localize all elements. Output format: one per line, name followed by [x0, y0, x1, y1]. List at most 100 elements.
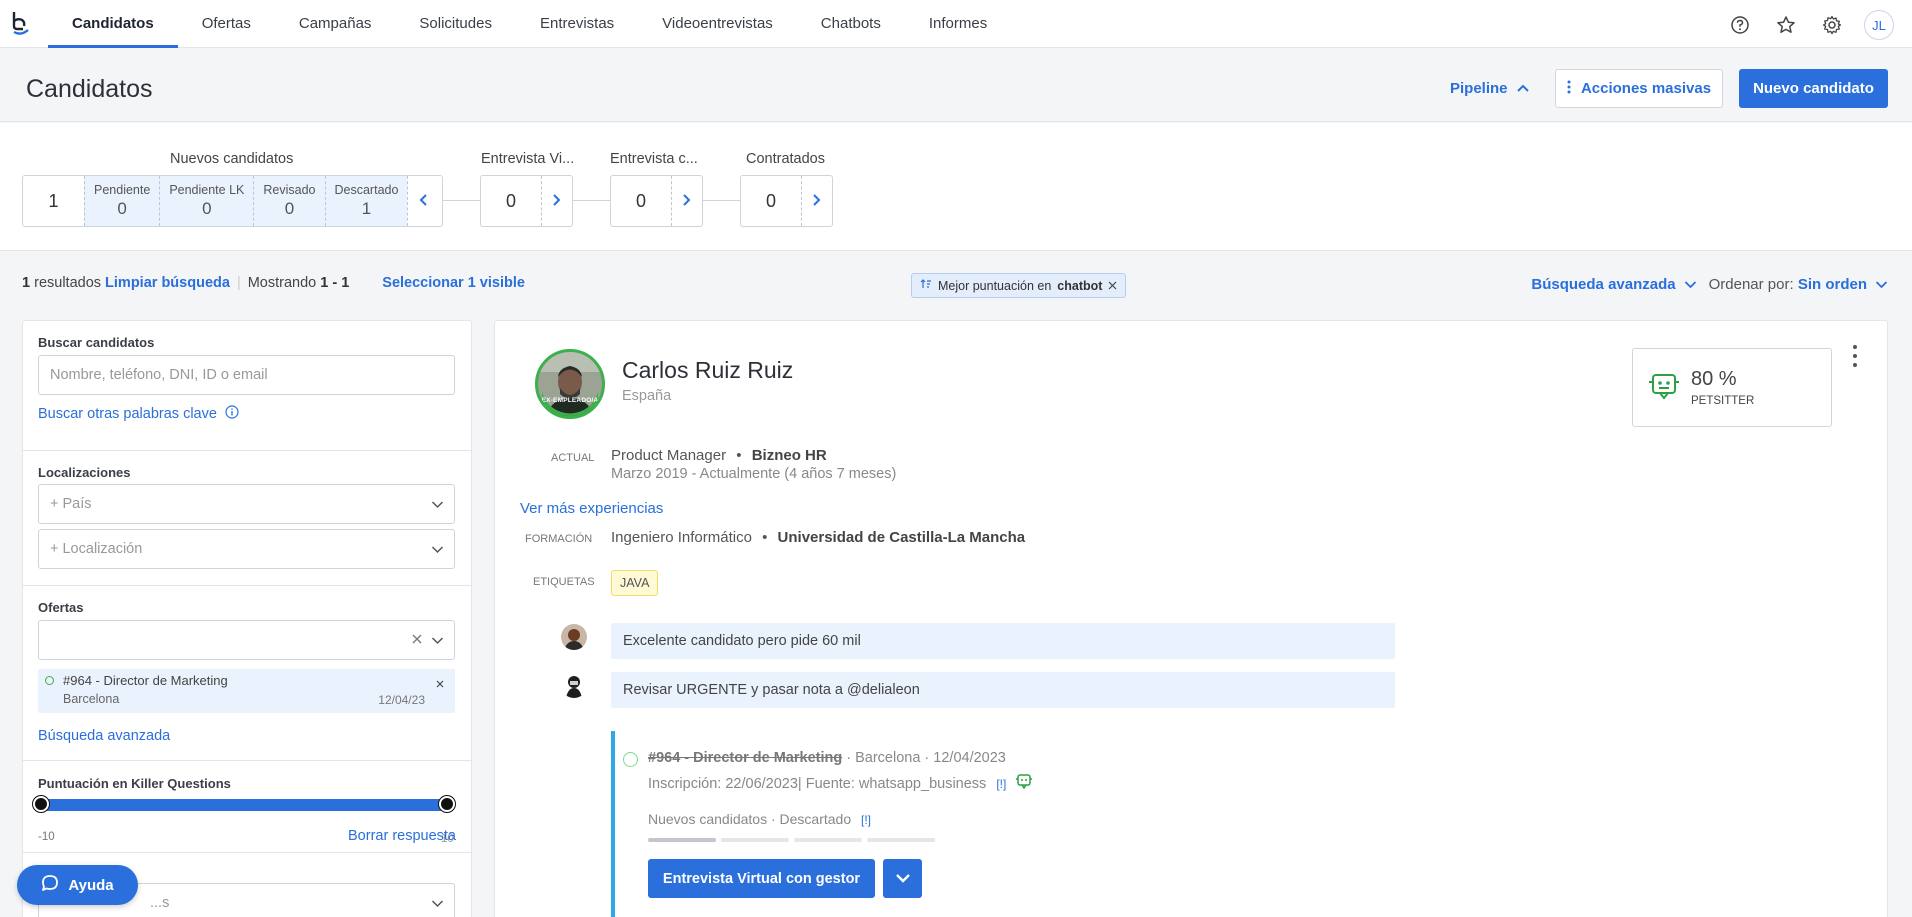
expand-stage-button[interactable]	[671, 176, 701, 226]
new-candidate-button[interactable]: Nuevo candidato	[1739, 69, 1888, 108]
offer-date: 12/04/23	[378, 693, 425, 707]
chip-prefix: Mejor puntuación en	[938, 278, 1052, 293]
tab-entrevistas[interactable]: Entrevistas	[516, 0, 638, 48]
locations-section: Localizaciones + País + Localización	[23, 451, 471, 586]
gear-icon[interactable]	[1818, 11, 1846, 39]
candidate-name[interactable]: Carlos Ruiz Ruiz	[622, 357, 793, 384]
stage-entrevista-c[interactable]: 0	[610, 175, 703, 227]
university: Universidad de Castilla-La Mancha	[777, 529, 1026, 546]
stage-count[interactable]: 0	[741, 176, 801, 226]
search-section: Buscar candidatos Nombre, teléfono, DNI,…	[23, 321, 471, 451]
progress-segment	[794, 838, 862, 842]
search-input[interactable]: Nombre, teléfono, DNI, ID o email	[38, 355, 455, 395]
more-experience-link[interactable]: Ver más experiencias	[520, 500, 663, 517]
tab-candidatos[interactable]: Candidatos	[48, 0, 178, 48]
move-stage-button[interactable]: Entrevista Virtual con gestor	[648, 859, 875, 898]
candidate-options-menu[interactable]	[1850, 343, 1860, 369]
help-button[interactable]: Ayuda	[17, 865, 138, 905]
selected-offer[interactable]: #964 - Director de Marketing Barcelona 1…	[38, 669, 455, 713]
clear-answer-link[interactable]: Borrar respuesta	[348, 828, 456, 844]
photo-badge: EX-EMPLEADO/A	[541, 397, 599, 404]
separator-dot: •	[736, 447, 742, 464]
locations-label: Localizaciones	[38, 465, 131, 480]
application-stage: Nuevos candidatos · Descartado [!]	[648, 811, 871, 827]
chevron-down-icon[interactable]	[1684, 276, 1697, 293]
killer-slider-min-handle[interactable]	[33, 796, 49, 812]
sort-value[interactable]: Sin orden	[1798, 276, 1867, 293]
tag-java[interactable]: JAVA	[611, 570, 659, 596]
sort-chip[interactable]: Mejor puntuación en chatbot	[911, 273, 1127, 298]
tab-ofertas[interactable]: Ofertas	[178, 0, 275, 48]
stage-contratados[interactable]: 0	[740, 175, 833, 227]
keywords-link[interactable]: Buscar otras palabras clave	[38, 405, 239, 423]
tab-chatbots[interactable]: Chatbots	[797, 0, 905, 48]
chevron-down-icon[interactable]	[1875, 276, 1888, 293]
chatbot-score-box[interactable]: 80 % PETSITTER	[1632, 348, 1832, 427]
results-summary: 1 resultados Limpiar búsqueda | Mostrand…	[22, 275, 525, 291]
substage-label: Revisado	[263, 183, 316, 197]
tab-campanas[interactable]: Campañas	[275, 0, 396, 48]
showing-range: 1 - 1	[320, 275, 350, 291]
close-icon[interactable]	[1108, 279, 1117, 293]
advanced-search-link[interactable]: Búsqueda avanzada	[1531, 276, 1675, 293]
chatbot-icon	[1647, 372, 1681, 405]
collapse-stage-button[interactable]	[407, 176, 437, 226]
chevron-right-icon	[812, 193, 822, 210]
application-header: #964 - Director de Marketing · Barcelona…	[648, 750, 1006, 766]
offers-select[interactable]	[38, 620, 455, 660]
bulk-actions-button[interactable]: Acciones masivas	[1555, 69, 1723, 108]
chevron-down-icon	[431, 497, 444, 513]
select-visible-link[interactable]: Seleccionar 1 visible	[382, 275, 525, 291]
vertical-dots-icon	[1567, 80, 1571, 98]
chevron-left-icon	[418, 193, 428, 210]
application-offer[interactable]: #964 - Director de Marketing	[648, 750, 842, 766]
tab-videoentrevistas[interactable]: Videoentrevistas	[638, 0, 797, 48]
clear-icon[interactable]	[412, 632, 422, 648]
note-item[interactable]: Revisar URGENTE y pasar nota a @delialeo…	[611, 672, 1395, 708]
tab-informes[interactable]: Informes	[905, 0, 1011, 48]
substage-descartado[interactable]: Descartado 1	[324, 176, 408, 226]
stage-count[interactable]: 0	[481, 176, 541, 226]
substage-pendiente[interactable]: Pendiente 0	[84, 176, 160, 226]
stage-title-contratados: Contratados	[746, 151, 825, 167]
registration-marker[interactable]: [!]	[996, 777, 1006, 791]
user-avatar[interactable]: JL	[1864, 10, 1894, 40]
killer-label: Puntuación en Killer Questions	[38, 776, 231, 791]
killer-slider-max-handle[interactable]	[439, 796, 455, 812]
stage-connector	[573, 200, 610, 201]
stage-marker[interactable]: [!]	[861, 813, 871, 827]
education-label: FORMACIÓN	[525, 533, 593, 545]
candidate-photo[interactable]: EX-EMPLEADO/A	[535, 349, 605, 419]
expand-stage-button[interactable]	[801, 176, 831, 226]
pipeline-toggle[interactable]: Pipeline	[1450, 80, 1530, 97]
expand-stage-button[interactable]	[541, 176, 571, 226]
stage-count[interactable]: 0	[611, 176, 671, 226]
substage-value: 0	[284, 199, 295, 218]
substage-revisado[interactable]: Revisado 0	[253, 176, 325, 226]
note-item[interactable]: Excelente candidato pero pide 60 mil	[611, 623, 1395, 659]
substage-pendiente-lk[interactable]: Pendiente LK 0	[159, 176, 254, 226]
info-icon[interactable]	[225, 405, 239, 423]
help-label: Ayuda	[68, 876, 114, 894]
clear-search-link[interactable]: Limpiar búsqueda	[105, 275, 230, 291]
help-icon[interactable]	[1726, 11, 1754, 39]
chevron-down-icon	[895, 871, 911, 887]
sort-arrows-icon	[920, 278, 932, 293]
tab-solicitudes[interactable]: Solicitudes	[395, 0, 516, 48]
killer-slider-track[interactable]	[41, 799, 445, 811]
stage-entrevista-virtual[interactable]: 0	[480, 175, 573, 227]
stage-nuevos-candidatos[interactable]: 1 Pendiente 0 Pendiente LK 0 Revisado 0 …	[22, 175, 443, 227]
chatbot-score-label: PETSITTER	[1691, 395, 1755, 407]
stage-count[interactable]: 1	[23, 176, 84, 226]
bizneo-logo-icon[interactable]	[10, 10, 32, 36]
country-placeholder: + País	[50, 496, 92, 512]
remove-offer-icon[interactable]	[436, 675, 444, 691]
country-select[interactable]: + País	[38, 484, 455, 524]
star-icon[interactable]	[1772, 11, 1800, 39]
location-select[interactable]: + Localización	[38, 529, 455, 569]
chatbot-score: 80 %	[1691, 368, 1737, 390]
chatbot-small-icon	[1015, 774, 1033, 794]
stage-dropdown-button[interactable]	[883, 859, 922, 898]
location-placeholder: + Localización	[50, 541, 143, 557]
advanced-search-filter-link[interactable]: Búsqueda avanzada	[38, 728, 170, 744]
